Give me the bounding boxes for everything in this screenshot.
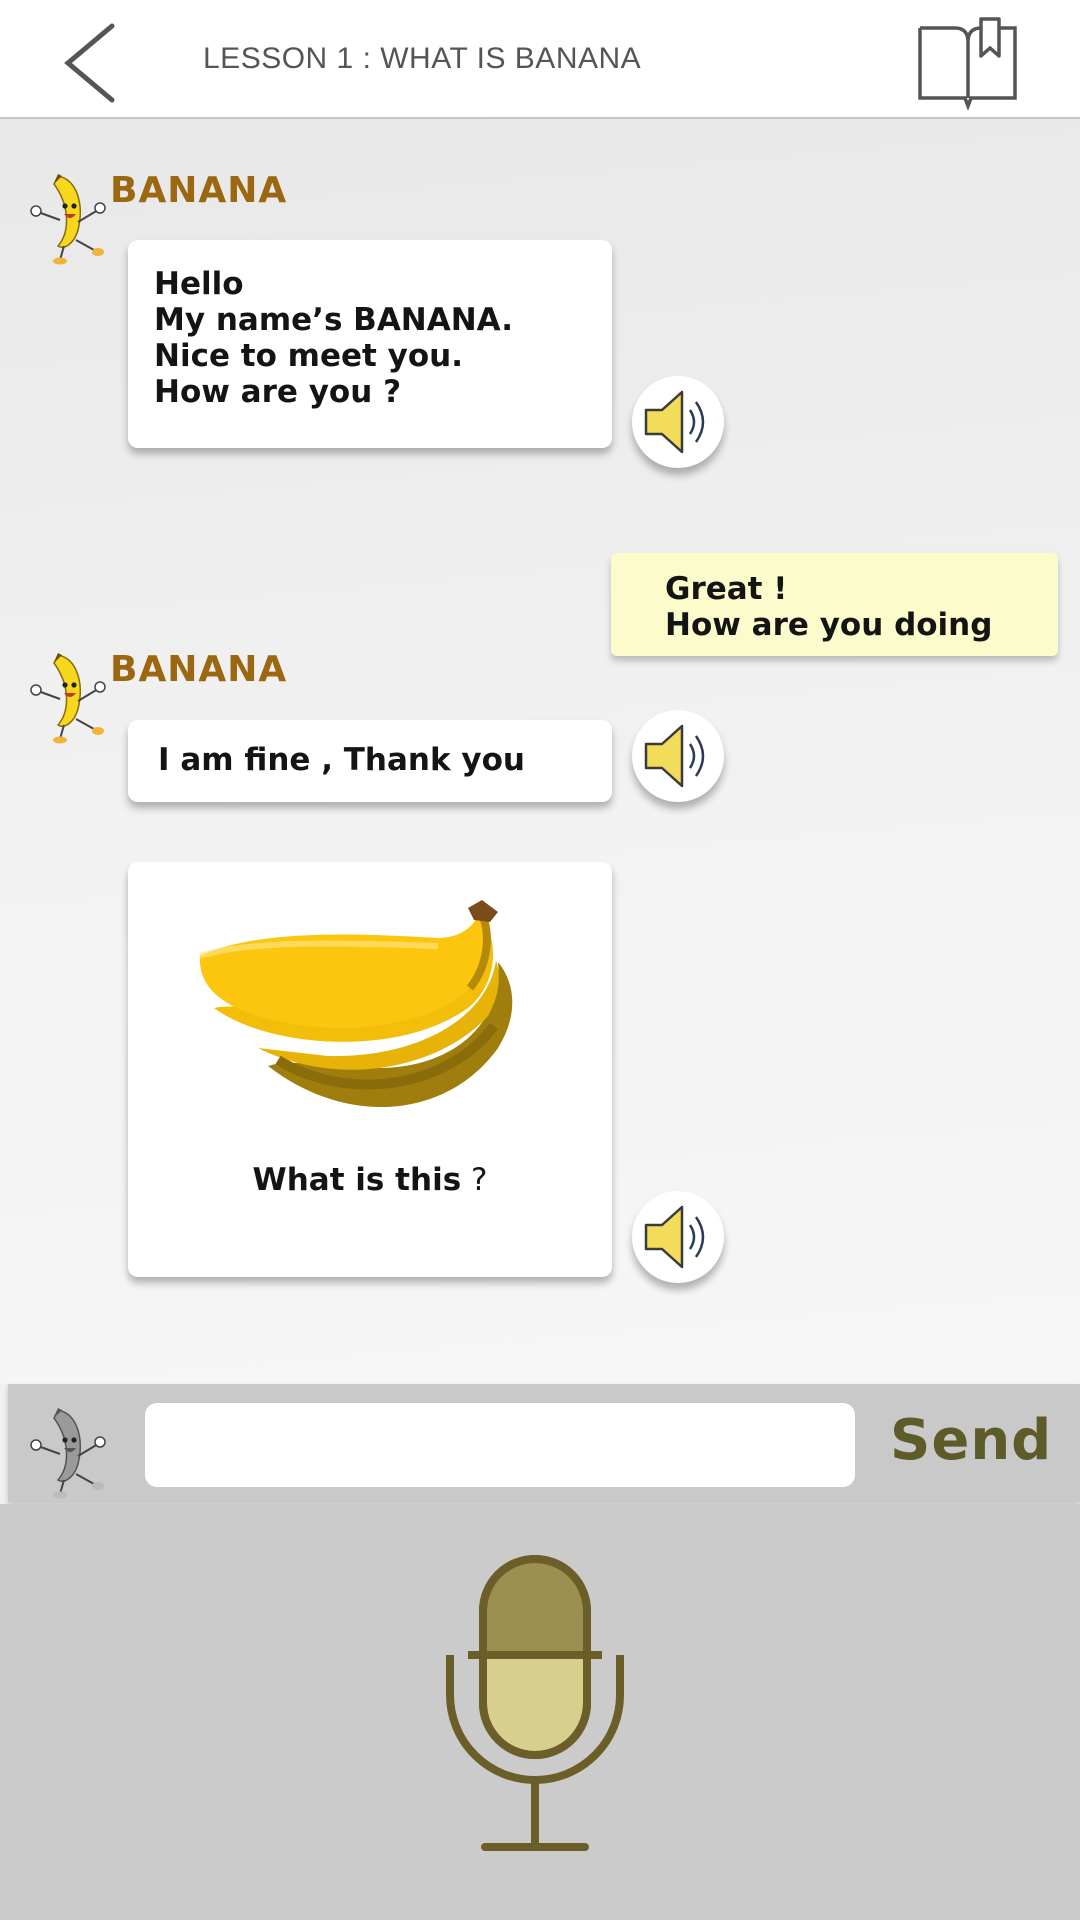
speaker-name: BANANA (110, 649, 288, 690)
speaker-icon (644, 390, 705, 454)
bookmark-book-icon (918, 17, 1017, 111)
microphone-button[interactable] (440, 1555, 630, 1857)
send-button[interactable]: Send (890, 1408, 1052, 1473)
user-avatar (28, 1400, 112, 1500)
banana-avatar (28, 645, 112, 745)
speaker-icon (644, 724, 705, 788)
bookmark-button[interactable] (915, 14, 1019, 111)
message-text: I am fine , Thank you (158, 742, 525, 778)
microphone-icon (446, 1555, 624, 1851)
app-header: LESSON 1 : WHAT IS BANANA (0, 0, 1080, 119)
banana-mascot-gray-icon (30, 1408, 106, 1499)
message-text: Hello My name’s BANANA. Nice to meet you… (154, 266, 514, 410)
bot-image-card: What is this ? (128, 862, 612, 1277)
speaker-icon (644, 1205, 705, 1269)
banana-mascot-icon (30, 174, 106, 265)
play-audio-button[interactable] (632, 1191, 724, 1283)
speaker-name: BANANA (110, 170, 288, 211)
message-text: Great ! How are you doing (665, 571, 993, 643)
caption-text: What is this (252, 1162, 462, 1198)
user-message-bubble: Great ! How are you doing (611, 553, 1058, 656)
banana-mascot-icon (30, 653, 106, 744)
bot-message-bubble: Hello My name’s BANANA. Nice to meet you… (128, 240, 612, 448)
play-audio-button[interactable] (632, 376, 724, 468)
banana-avatar (28, 166, 112, 266)
chevron-left-icon (64, 23, 115, 103)
lesson-title: LESSON 1 : WHAT IS BANANA (203, 42, 642, 75)
image-caption: What is this ? (128, 1162, 612, 1198)
message-input[interactable] (145, 1403, 855, 1487)
back-button[interactable] (56, 20, 126, 106)
caption-punctuation: ? (461, 1162, 488, 1198)
banana-bunch-image (199, 900, 513, 1108)
bot-message-bubble: I am fine , Thank you (128, 720, 612, 802)
play-audio-button[interactable] (632, 710, 724, 802)
